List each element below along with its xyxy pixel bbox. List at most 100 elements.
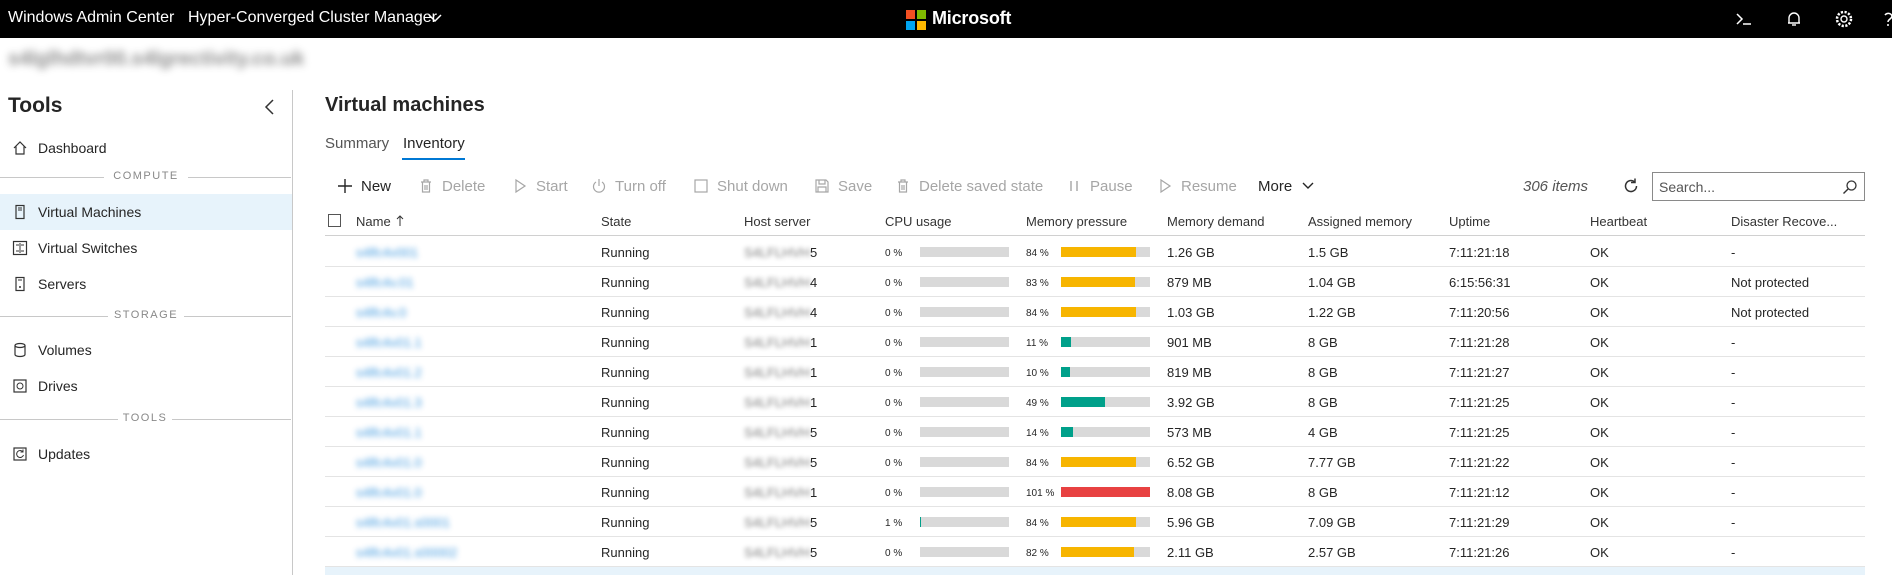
items-count: 306 items <box>1523 178 1589 195</box>
sidebar-item-label: Virtual Machines <box>38 204 142 220</box>
cpu-usage-label: 1 % <box>885 518 903 529</box>
column-header-assigned-memory[interactable]: Assigned memory <box>1308 214 1412 229</box>
vm-name-link[interactable]: s4lfc4v01.2 <box>356 365 422 380</box>
sidebar-item-virtual-switches[interactable]: Virtual Switches <box>0 230 292 266</box>
microsoft-logo <box>906 10 926 30</box>
column-header-cpu-usage[interactable]: CPU usage <box>885 214 951 229</box>
bell-icon[interactable] <box>1784 9 1804 29</box>
resume-button[interactable]: Resume <box>1157 177 1237 197</box>
memory-pressure-fill <box>1061 277 1135 287</box>
table-row[interactable]: s4lfc4v01.0 Running S4LFLHVH 5 0 % 84 % 6.52 G… <box>325 447 1865 477</box>
sidebar-item-label: Virtual Switches <box>38 240 138 256</box>
host-server-number: 1 <box>810 365 818 380</box>
memory-demand: 3.92 GB <box>1167 395 1215 410</box>
vm-name-link[interactable]: s4lfc4v01.s00002 <box>356 545 457 560</box>
new-button[interactable]: New <box>337 177 397 197</box>
memory-pressure-label: 49 % <box>1026 398 1049 409</box>
host-server-name: S4LFLHVH <box>744 395 810 410</box>
table-row[interactable]: s4lfc4v01.s00002 Running S4LFLHVH 5 0 % 82 % 2… <box>325 537 1865 567</box>
assigned-memory: 7.77 GB <box>1308 455 1356 470</box>
more-button[interactable]: More <box>1258 177 1318 197</box>
sidebar-item-updates[interactable]: Updates <box>0 436 292 472</box>
pause-button[interactable]: Pause <box>1066 177 1133 197</box>
table-row[interactable]: s4lfc4v01.s0001 Running S4LFLHVH 5 1 % 84 % 5.… <box>325 507 1865 537</box>
memory-demand: 1.26 GB <box>1167 245 1215 260</box>
host-server-name: S4LFLHVH <box>744 515 810 530</box>
vm-name-link[interactable]: s4lfc4v.01 <box>356 275 414 290</box>
refresh-icon[interactable] <box>1621 176 1641 196</box>
sidebar-item-label: Updates <box>38 446 91 462</box>
gear-icon[interactable] <box>1834 9 1854 29</box>
memory-pressure-fill <box>1061 367 1070 377</box>
vm-name-link[interactable]: s4lfc4v01.0 <box>356 485 422 500</box>
plus-icon <box>338 179 352 193</box>
sidebar-item-dashboard[interactable]: Dashboard <box>0 130 292 166</box>
table-row[interactable]: s4lfc4v01.0 Running S4LFLHVH 1 0 % 101 % 8.08 … <box>325 477 1865 507</box>
search-icon[interactable] <box>1842 179 1858 195</box>
memory-demand: 2.11 GB <box>1167 545 1214 560</box>
heartbeat: OK <box>1590 335 1609 350</box>
vm-name-link[interactable]: s4lfc4v001 <box>356 245 418 260</box>
heartbeat: OK <box>1590 275 1609 290</box>
sidebar-item-virtual-machines[interactable]: Virtual Machines <box>0 194 292 230</box>
updates-icon <box>13 447 27 461</box>
sidebar-item-drives[interactable]: Drives <box>0 368 292 404</box>
chevron-left-icon[interactable] <box>262 98 278 116</box>
vm-name-link[interactable]: s4lfc4v01.1 <box>356 425 422 440</box>
memory-pressure-fill <box>1061 337 1071 347</box>
vm-name-link[interactable]: s4lfc4v01.3 <box>356 395 422 410</box>
search-input[interactable] <box>1659 178 1834 196</box>
table-row[interactable]: s4lfc4v01.3 Running S4LFLHVH 1 0 % 49 % 3.92 G… <box>325 387 1865 417</box>
vm-name-link[interactable]: s4lfc4v01.s0001 <box>356 515 450 530</box>
disaster-recovery-status: - <box>1731 395 1736 410</box>
turn-off-button[interactable]: Turn off <box>591 177 671 197</box>
column-header-heartbeat[interactable]: Heartbeat <box>1590 214 1647 229</box>
sidebar-item-label: Volumes <box>38 342 92 358</box>
column-header-uptime[interactable]: Uptime <box>1449 214 1490 229</box>
cpu-usage-bar <box>920 487 1009 497</box>
assigned-memory: 8 GB <box>1308 485 1338 500</box>
table-row[interactable]: s4lfc4v001 Running S4LFLHVH 5 0 % 84 % 1.26 GB… <box>325 237 1865 267</box>
table-row[interactable]: s4lfc4v.0 Running S4LFLHVH 4 0 % 84 % 1.03 GB 1… <box>325 297 1865 327</box>
terminal-icon[interactable] <box>1734 9 1754 29</box>
help-icon[interactable] <box>1882 9 1892 29</box>
save-button[interactable]: Save <box>814 177 874 197</box>
table-row[interactable] <box>325 567 1865 575</box>
column-header-state[interactable]: State <box>601 214 631 229</box>
heartbeat: OK <box>1590 455 1609 470</box>
tab-summary[interactable]: Summary <box>325 135 389 152</box>
chevron-down-icon[interactable] <box>428 12 442 24</box>
delete-saved-state-button[interactable]: Delete saved state <box>895 177 1045 197</box>
vm-name-link[interactable]: s4lfc4v01.0 <box>356 455 422 470</box>
vm-icon <box>15 204 25 220</box>
column-header-disaster-recovery[interactable]: Disaster Recove... <box>1731 214 1837 229</box>
app-title[interactable]: Windows Admin Center <box>8 9 174 27</box>
table-row[interactable]: s4lfc4v.01 Running S4LFLHVH 4 0 % 83 % 879 MB 1… <box>325 267 1865 297</box>
table-row[interactable]: s4lfc4v01.1 Running S4LFLHVH 1 0 % 11 % 901 MB… <box>325 327 1865 357</box>
memory-demand: 5.96 GB <box>1167 515 1215 530</box>
sidebar-item-volumes[interactable]: Volumes <box>0 332 292 368</box>
column-header-name[interactable]: Name <box>356 214 404 229</box>
column-header-host-server[interactable]: Host server <box>744 214 810 229</box>
sidebar-item-label: Drives <box>38 378 78 394</box>
vm-name-link[interactable]: s4lfc4v.0 <box>356 305 406 320</box>
tool-switcher[interactable]: Hyper-Converged Cluster Manager <box>188 9 437 27</box>
column-header-memory-pressure[interactable]: Memory pressure <box>1026 214 1127 229</box>
tab-inventory[interactable]: Inventory <box>403 135 465 152</box>
shut-down-button[interactable]: Shut down <box>693 177 791 197</box>
select-all-checkbox[interactable] <box>328 214 341 227</box>
sidebar-title: Tools <box>8 94 63 117</box>
search-box <box>1652 172 1865 201</box>
column-header-memory-demand[interactable]: Memory demand <box>1167 214 1265 229</box>
start-button[interactable]: Start <box>512 177 572 197</box>
cpu-usage-label: 0 % <box>885 338 903 349</box>
table-row[interactable]: s4lfc4v01.1 Running S4LFLHVH 5 0 % 14 % 573 MB… <box>325 417 1865 447</box>
sidebar-item-servers[interactable]: Servers <box>0 266 292 302</box>
assigned-memory: 2.57 GB <box>1308 545 1356 560</box>
vm-name-link[interactable]: s4lfc4v01.1 <box>356 335 422 350</box>
save-icon <box>815 179 829 193</box>
table-row[interactable]: s4lfc4v01.2 Running S4LFLHVH 1 0 % 10 % 819 MB… <box>325 357 1865 387</box>
delete-button[interactable]: Delete <box>418 177 488 197</box>
memory-pressure-bar <box>1061 367 1150 377</box>
uptime: 7:11:21:12 <box>1449 485 1510 500</box>
